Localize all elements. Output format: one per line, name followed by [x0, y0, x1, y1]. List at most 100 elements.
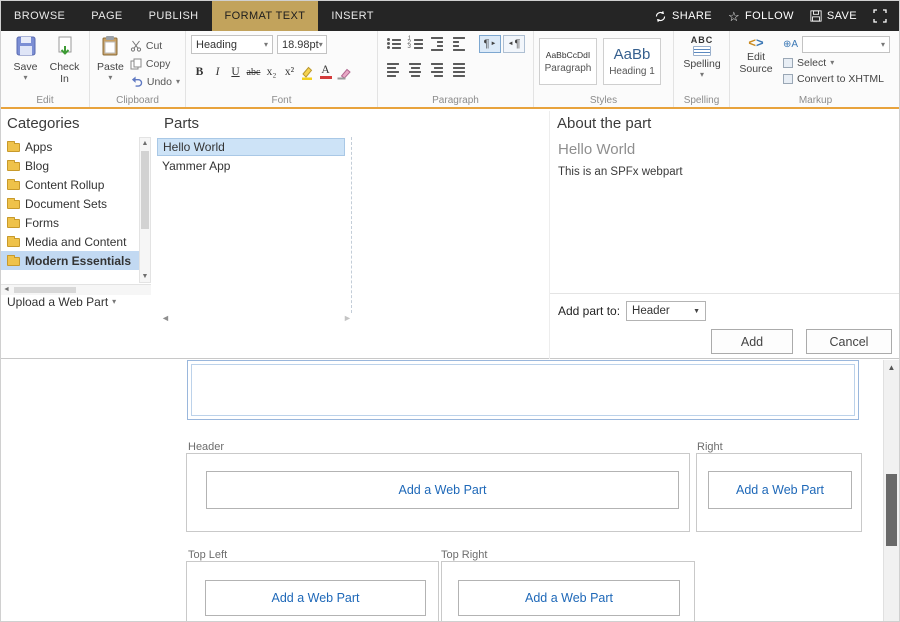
folder-icon — [7, 200, 20, 209]
share-button[interactable]: SHARE — [654, 10, 712, 23]
add-web-part-button-top-right[interactable]: Add a Web Part — [458, 580, 680, 616]
web-part-inner-outline — [191, 364, 855, 416]
caret-down-icon: ▾ — [881, 41, 885, 49]
add-web-part-button-top-left[interactable]: Add a Web Part — [205, 580, 426, 616]
angle-right-glyph: > — [756, 35, 764, 50]
selected-web-part-outline[interactable] — [187, 360, 859, 420]
bold-button[interactable]: B — [191, 63, 208, 81]
decrease-indent-button[interactable] — [427, 35, 447, 53]
share-label: SHARE — [672, 10, 712, 22]
add-part-to-select[interactable]: Header ▼ — [626, 301, 706, 321]
paragraph-group-label: Paragraph — [378, 95, 533, 106]
bulleted-list-button[interactable] — [383, 35, 403, 53]
scroll-up-arrow-icon[interactable]: ▲ — [884, 363, 899, 372]
category-item-media-and-content[interactable]: Media and Content — [1, 232, 139, 251]
check-in-button[interactable]: Check In — [45, 35, 84, 85]
categories-horizontal-scrollbar[interactable]: ◄ — [1, 284, 151, 295]
font-size-dropdown[interactable]: 18.98pt ▾ — [277, 35, 327, 54]
folder-icon — [7, 219, 20, 228]
save-button[interactable]: Save ▾ — [6, 35, 45, 85]
edit-source-button[interactable]: <> Edit Source — [735, 35, 777, 85]
page-vertical-scrollbar[interactable]: ▲ — [883, 360, 899, 621]
copy-label: Copy — [146, 58, 171, 70]
category-item-forms[interactable]: Forms — [1, 213, 139, 232]
tab-publish[interactable]: PUBLISH — [136, 1, 212, 31]
scroll-up-arrow-icon[interactable]: ▲ — [140, 140, 150, 147]
font-color-button[interactable]: A — [317, 63, 334, 81]
add-part-to-label: Add part to: — [558, 304, 620, 318]
add-web-part-label: Add a Web Part — [398, 483, 486, 497]
copy-button[interactable]: Copy — [130, 56, 180, 71]
language-dropdown[interactable]: ▾ — [802, 36, 890, 53]
cancel-button[interactable]: Cancel — [806, 329, 892, 354]
cut-button[interactable]: Cut — [130, 38, 180, 53]
style-paragraph[interactable]: AaBbCcDdI Paragraph — [539, 38, 597, 85]
ribbon-group-paragraph: ¶ ► ◄ ¶ Paragraph — [377, 31, 533, 107]
categories-title: Categories — [7, 115, 80, 132]
focus-on-content-button[interactable] — [873, 9, 887, 23]
edit-group-label: Edit — [1, 95, 89, 106]
zone-label-top-left: Top Left — [188, 549, 227, 561]
undo-button[interactable]: Undo ▾ — [130, 74, 180, 89]
tab-browse[interactable]: BROWSE — [1, 1, 78, 31]
numbered-list-button[interactable] — [405, 35, 425, 53]
underline-button[interactable]: U — [227, 63, 244, 81]
category-label: Apps — [25, 140, 52, 154]
spelling-button[interactable]: ABC Spelling ▾ — [679, 35, 725, 79]
align-right-button[interactable] — [427, 61, 447, 79]
align-center-button[interactable] — [405, 61, 425, 79]
spellcheck-book-icon — [693, 46, 711, 56]
category-item-apps[interactable]: Apps — [1, 137, 139, 156]
convert-to-xhtml-button[interactable]: Convert to XHTML — [783, 73, 890, 85]
focus-frame-icon — [873, 9, 887, 23]
tab-page[interactable]: PAGE — [78, 1, 135, 31]
select-menu-button[interactable]: Select ▾ — [783, 57, 890, 69]
folder-icon — [7, 181, 20, 190]
parts-page-right-icon[interactable]: ► — [343, 313, 352, 323]
category-item-modern-essentials[interactable]: Modern Essentials — [1, 251, 139, 270]
superscript-button[interactable]: x² — [281, 63, 298, 81]
highlight-color-button[interactable] — [299, 63, 316, 81]
part-item-hello-world[interactable]: Hello World — [157, 138, 345, 156]
align-left-button[interactable] — [383, 61, 403, 79]
suite-save-button[interactable]: SAVE — [810, 10, 857, 22]
increase-indent-button[interactable] — [449, 35, 469, 53]
category-label: Blog — [25, 159, 49, 173]
add-button[interactable]: Add — [711, 329, 793, 354]
categories-vertical-scrollbar[interactable]: ▲ ▼ — [139, 137, 151, 283]
parts-list: Hello World Yammer App ◄ ► — [157, 137, 549, 327]
upload-web-part-link[interactable]: Upload a Web Part ▾ — [7, 295, 116, 309]
clear-format-button[interactable] — [335, 63, 352, 81]
add-web-part-label: Add a Web Part — [736, 483, 824, 497]
scrollbar-thumb[interactable] — [141, 151, 149, 229]
paste-button[interactable]: Paste ▾ — [95, 35, 126, 89]
scroll-left-arrow-icon[interactable]: ◄ — [3, 286, 10, 293]
scrollbar-thumb[interactable] — [14, 287, 76, 293]
tab-format-text[interactable]: FORMAT TEXT — [212, 1, 319, 31]
parts-page-left-icon[interactable]: ◄ — [161, 313, 170, 323]
style-heading-1[interactable]: AaBb Heading 1 — [603, 38, 661, 85]
category-item-document-sets[interactable]: Document Sets — [1, 194, 139, 213]
column-divider — [351, 137, 352, 313]
caret-down-icon: ▾ — [108, 74, 112, 82]
subscript-button[interactable]: x₂ — [263, 63, 280, 81]
add-web-part-button-header[interactable]: Add a Web Part — [206, 471, 679, 509]
font-style-dropdown[interactable]: Heading ▾ — [191, 35, 273, 54]
category-item-content-rollup[interactable]: Content Rollup — [1, 175, 139, 194]
tab-insert[interactable]: INSERT — [318, 1, 387, 31]
sharepoint-edit-page: BROWSE PAGE PUBLISH FORMAT TEXT INSERT S… — [0, 0, 900, 622]
pilcrow-icon: ¶ — [484, 38, 490, 50]
text-direction-rtl-button[interactable]: ◄ ¶ — [503, 35, 525, 53]
strikethrough-button[interactable]: abc — [245, 63, 262, 81]
add-web-part-button-right[interactable]: Add a Web Part — [708, 471, 852, 509]
part-item-yammer-app[interactable]: Yammer App — [157, 157, 345, 175]
justify-button[interactable] — [449, 61, 469, 79]
text-direction-ltr-button[interactable]: ¶ ► — [479, 35, 501, 53]
follow-button[interactable]: ☆ FOLLOW — [728, 10, 794, 23]
scrollbar-thumb[interactable] — [886, 474, 897, 546]
italic-button[interactable]: I — [209, 63, 226, 81]
convert-icon — [783, 74, 793, 84]
scroll-down-arrow-icon[interactable]: ▼ — [140, 273, 150, 280]
save-button-label: Save — [14, 62, 38, 74]
category-item-blog[interactable]: Blog — [1, 156, 139, 175]
